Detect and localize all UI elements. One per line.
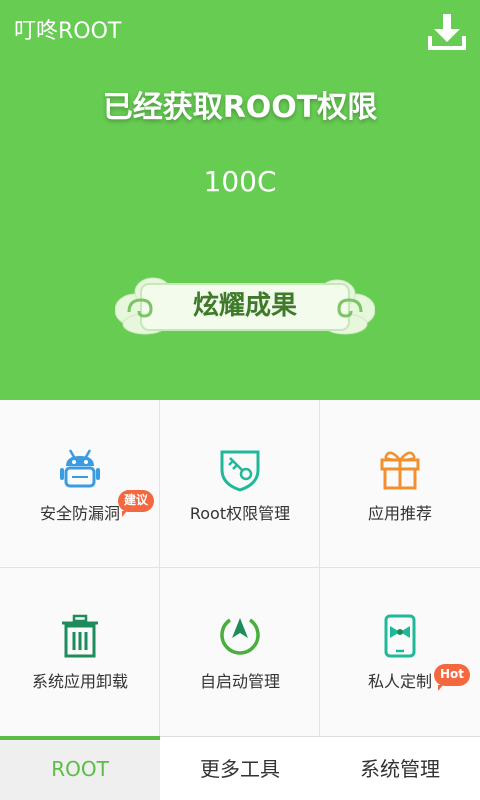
suggest-badge: 建议 <box>118 490 155 517</box>
show-off-button[interactable]: 炫耀成果 <box>115 268 375 344</box>
feature-personal-custom[interactable]: 私人定制 Hot <box>320 568 480 736</box>
download-icon <box>428 14 466 50</box>
bottom-tab-bar: ROOT 更多工具 系统管理 <box>0 736 480 800</box>
feature-system-uninstall[interactable]: 系统应用卸载 <box>0 568 160 736</box>
feature-label: 应用推荐 <box>367 504 432 523</box>
root-status-value: 100C <box>203 165 277 198</box>
feature-grid: 安全防漏洞 建议 Root权限管理 应用推荐 系统应用卸载 自启动管理 私人定制… <box>0 400 480 736</box>
feature-autostart[interactable]: 自启动管理 <box>160 568 320 736</box>
power-start-icon <box>220 618 260 655</box>
feature-label: Root权限管理 <box>189 504 291 523</box>
download-button[interactable] <box>424 10 470 54</box>
show-off-label: 炫耀成果 <box>192 291 297 321</box>
key-shield-icon <box>220 450 260 492</box>
android-shield-icon <box>60 449 100 488</box>
feature-label: 系统应用卸载 <box>31 672 128 691</box>
root-status-title: 已经获取ROOT权限 <box>102 90 378 125</box>
gift-icon <box>380 451 420 490</box>
hot-badge: Hot <box>434 664 471 691</box>
tab-more-tools[interactable]: 更多工具 <box>160 737 320 800</box>
header-panel: 叮咚ROOT 已经获取ROOT权限 100C 炫耀成果 <box>0 0 480 400</box>
feature-app-recommend[interactable]: 应用推荐 <box>320 400 480 568</box>
feature-security[interactable]: 安全防漏洞 建议 <box>0 400 160 568</box>
phone-bow-icon <box>384 614 416 658</box>
tab-system-manage[interactable]: 系统管理 <box>320 737 480 800</box>
app-title: 叮咚ROOT <box>14 19 122 44</box>
tab-root[interactable]: ROOT <box>0 736 160 800</box>
trash-icon <box>62 614 98 658</box>
feature-root-permission[interactable]: Root权限管理 <box>160 400 320 568</box>
feature-label: 自启动管理 <box>199 672 280 691</box>
